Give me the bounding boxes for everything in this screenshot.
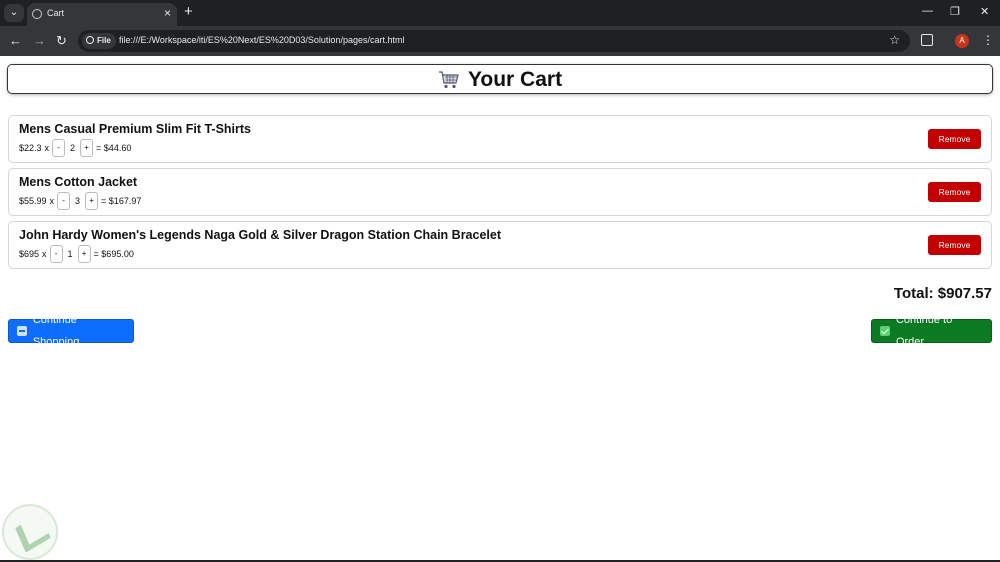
tab-close-icon[interactable]: × bbox=[164, 6, 171, 20]
continue-to-order-button[interactable]: Continue to Order bbox=[871, 314, 992, 348]
item-quantity: 3 bbox=[75, 195, 81, 206]
tab-title: Cart bbox=[47, 8, 65, 18]
cart-item: John Hardy Women's Legends Naga Gold & S… bbox=[8, 221, 992, 269]
continue-shopping-button[interactable]: Continue Shopping bbox=[8, 314, 134, 348]
watermark-logo bbox=[2, 504, 58, 560]
arrow-left-icon bbox=[17, 326, 27, 336]
page-header: Your Cart bbox=[7, 64, 993, 94]
minimize-icon[interactable]: — bbox=[922, 5, 933, 17]
cart-total: Total: $907.57 bbox=[893, 285, 992, 302]
item-subtotal: = $44.60 bbox=[96, 142, 132, 153]
back-icon[interactable]: ← bbox=[9, 33, 22, 48]
item-price: $695 bbox=[19, 248, 40, 259]
times-label: x bbox=[44, 142, 50, 153]
item-subtotal: = $167.97 bbox=[101, 195, 142, 206]
browser-tab[interactable]: Cart × bbox=[27, 3, 177, 26]
shopping-cart-icon bbox=[438, 71, 459, 89]
increase-quantity-button[interactable]: + bbox=[85, 191, 99, 210]
star-icon[interactable]: ☆ bbox=[889, 33, 900, 47]
new-tab-button[interactable]: + bbox=[184, 3, 193, 20]
remove-button[interactable]: Remove bbox=[928, 235, 981, 255]
extensions-icon[interactable] bbox=[921, 34, 933, 46]
window-close-icon[interactable]: ✕ bbox=[980, 5, 989, 18]
times-label: x bbox=[49, 195, 55, 206]
item-quantity-row: $55.99 x - 3 + = $167.97 bbox=[19, 191, 141, 210]
decrease-quantity-button[interactable]: - bbox=[49, 244, 63, 263]
item-name: Mens Cotton Jacket bbox=[19, 175, 138, 189]
avatar[interactable]: A bbox=[955, 34, 969, 48]
item-price: $55.99 bbox=[19, 195, 47, 206]
item-name: Mens Casual Premium Slim Fit T-Shirts bbox=[19, 122, 252, 136]
checkmark-icon bbox=[880, 326, 890, 336]
item-quantity: 2 bbox=[70, 142, 76, 153]
browser-tab-bar: ⌄ Cart × + — ❐ ✕ bbox=[0, 0, 1000, 26]
item-price: $22.3 bbox=[19, 142, 42, 153]
url-text[interactable]: file:///E:/Workspace/iti/ES%20Next/ES%20… bbox=[119, 35, 404, 45]
item-quantity-row: $695 x - 1 + = $695.00 bbox=[19, 244, 134, 263]
globe-icon bbox=[32, 9, 42, 19]
increase-quantity-button[interactable]: + bbox=[77, 244, 91, 263]
tab-search-icon[interactable]: ⌄ bbox=[4, 4, 24, 22]
forward-icon[interactable]: → bbox=[33, 33, 46, 48]
kebab-menu-icon[interactable]: ⋮ bbox=[982, 33, 994, 47]
remove-button[interactable]: Remove bbox=[928, 129, 981, 149]
site-info-chip[interactable]: File bbox=[82, 33, 116, 49]
cart-item: Mens Casual Premium Slim Fit T-Shirts $2… bbox=[8, 115, 992, 163]
reload-icon[interactable]: ↻ bbox=[56, 33, 67, 49]
decrease-quantity-button[interactable]: - bbox=[57, 191, 71, 210]
restore-icon[interactable]: ❐ bbox=[950, 5, 960, 18]
increase-quantity-button[interactable]: + bbox=[80, 138, 94, 157]
browser-toolbar: ← → ↻ File file:///E:/Workspace/iti/ES%2… bbox=[0, 26, 1000, 56]
item-name: John Hardy Women's Legends Naga Gold & S… bbox=[19, 228, 502, 242]
continue-shopping-label: Continue Shopping bbox=[32, 314, 80, 348]
item-subtotal: = $695.00 bbox=[93, 248, 134, 259]
file-label: File bbox=[97, 36, 111, 45]
remove-button[interactable]: Remove bbox=[928, 182, 981, 202]
info-icon bbox=[86, 36, 94, 44]
continue-to-order-label: Continue to Order bbox=[895, 314, 953, 348]
page-title: Your Cart bbox=[467, 68, 563, 91]
item-quantity: 1 bbox=[67, 248, 73, 259]
address-bar[interactable]: File file:///E:/Workspace/iti/ES%20Next/… bbox=[78, 30, 910, 52]
times-label: x bbox=[42, 248, 47, 259]
decrease-quantity-button[interactable]: - bbox=[52, 138, 66, 157]
cart-item: Mens Cotton Jacket $55.99 x - 3 + = $167… bbox=[8, 168, 992, 216]
item-quantity-row: $22.3 x - 2 + = $44.60 bbox=[19, 138, 131, 157]
